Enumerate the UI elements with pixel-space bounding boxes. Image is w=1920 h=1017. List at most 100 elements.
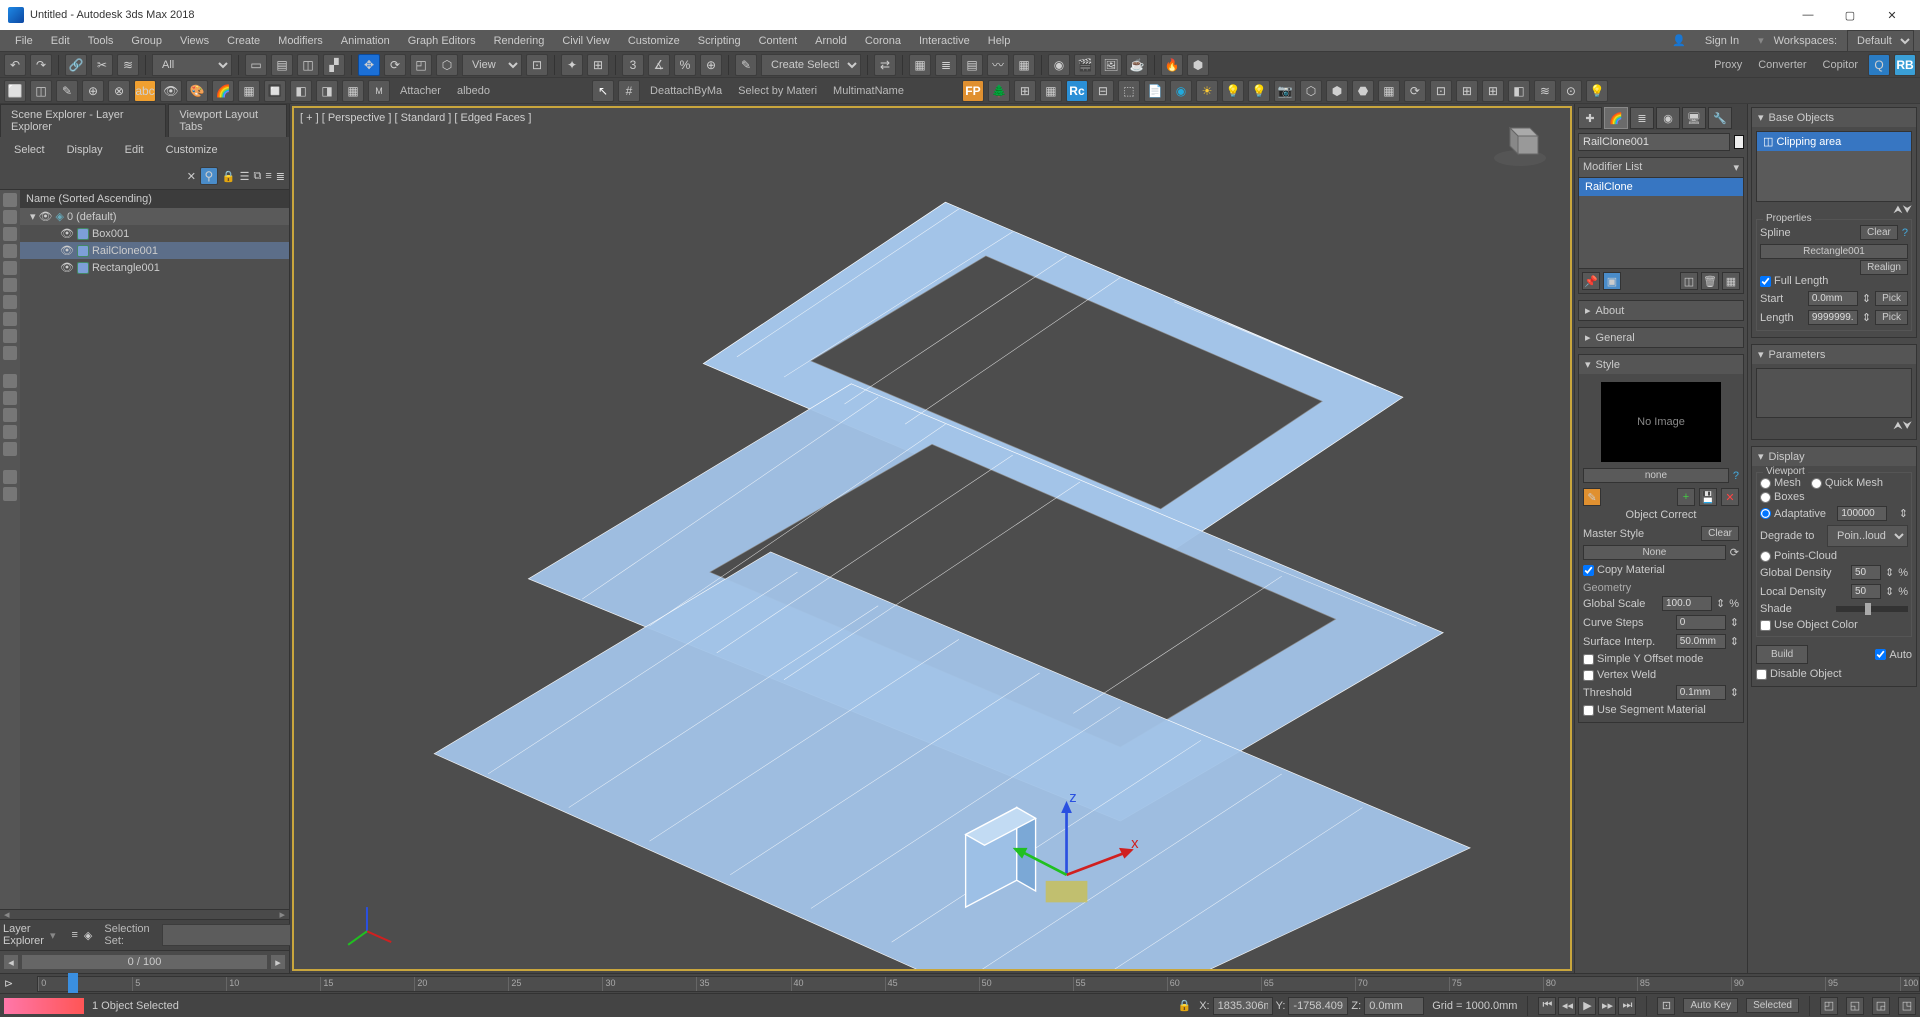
eye-icon[interactable]: 👁: [60, 227, 74, 240]
boxes-radio[interactable]: [1760, 492, 1771, 503]
length-input[interactable]: [1808, 310, 1858, 325]
clipping-area-item[interactable]: ◫ Clipping area: [1757, 132, 1911, 151]
modifier-railclone[interactable]: RailClone: [1579, 178, 1743, 196]
build-button[interactable]: Build: [1756, 645, 1808, 664]
selection-filter[interactable]: All: [152, 54, 232, 76]
pick-start-button[interactable]: Pick: [1875, 291, 1908, 306]
menu-graph-editors[interactable]: Graph Editors: [399, 32, 485, 50]
filter-v4-icon[interactable]: [3, 425, 17, 439]
layer-button[interactable]: ≣: [935, 54, 957, 76]
menu-animation[interactable]: Animation: [332, 32, 399, 50]
attacher-button[interactable]: Attacher: [394, 85, 447, 97]
style-none-button[interactable]: none: [1583, 468, 1729, 483]
help-icon[interactable]: ?: [1902, 227, 1908, 239]
filter-geometry-icon[interactable]: [3, 193, 17, 207]
start-input[interactable]: [1808, 291, 1858, 306]
layers-footer-icon[interactable]: ◈: [84, 929, 92, 942]
modify-tab[interactable]: 🌈: [1604, 107, 1628, 129]
util-l-button[interactable]: 💡: [1586, 80, 1608, 102]
menu-civil-view[interactable]: Civil View: [553, 32, 618, 50]
rectangle-select-button[interactable]: ◫: [297, 54, 319, 76]
util-f-button[interactable]: ⊡: [1430, 80, 1452, 102]
surface-interp-input[interactable]: [1676, 634, 1726, 649]
eye-icon[interactable]: 👁: [60, 261, 74, 274]
util-g-button[interactable]: ⊞: [1456, 80, 1478, 102]
pin-stack-icon[interactable]: 📌: [1582, 272, 1600, 290]
filter-icon[interactable]: ⚲: [200, 167, 218, 185]
utilities-tab[interactable]: 🔧: [1708, 107, 1732, 129]
reference-coord[interactable]: View: [462, 54, 522, 76]
util-3-button[interactable]: ⊟: [1092, 80, 1114, 102]
global-density-input[interactable]: [1851, 565, 1881, 580]
window-crossing-button[interactable]: ▞: [323, 54, 345, 76]
percent-snap-button[interactable]: %: [674, 54, 696, 76]
expl-customize[interactable]: Customize: [156, 141, 228, 159]
util-e-button[interactable]: ⟳: [1404, 80, 1426, 102]
selected-button[interactable]: Selected: [1746, 998, 1799, 1013]
align-button[interactable]: ▦: [909, 54, 931, 76]
util-k-button[interactable]: ⊙: [1560, 80, 1582, 102]
style-save-icon[interactable]: 💾: [1699, 488, 1717, 506]
nav-2-button[interactable]: ◱: [1846, 997, 1864, 1015]
angle-snap-button[interactable]: ∡: [648, 54, 670, 76]
reload-icon[interactable]: ⟳: [1730, 546, 1739, 559]
script-11-button[interactable]: 🔲: [264, 80, 286, 102]
frame-back-button[interactable]: ◂: [4, 955, 18, 969]
unlink-button[interactable]: ✂: [91, 54, 113, 76]
lock-selection-icon[interactable]: 🔒: [1178, 999, 1192, 1012]
filter-cameras-icon[interactable]: [3, 244, 17, 258]
nav-1-button[interactable]: ◰: [1820, 997, 1838, 1015]
adaptative-input[interactable]: [1837, 506, 1887, 521]
menu-help[interactable]: Help: [979, 32, 1020, 50]
menu-arnold[interactable]: Arnold: [806, 32, 856, 50]
named-selection[interactable]: Create Selection Se: [761, 54, 861, 76]
quickmesh-radio[interactable]: [1811, 478, 1822, 489]
points-cloud-radio[interactable]: [1760, 551, 1771, 562]
object-name-input[interactable]: [1578, 133, 1730, 151]
rollout-style[interactable]: ▾ Style: [1579, 355, 1743, 374]
undo-button[interactable]: ↶: [4, 54, 26, 76]
tree-railclone001[interactable]: 👁 RailClone001: [20, 242, 289, 259]
bind-button[interactable]: ≋: [117, 54, 139, 76]
clear-button[interactable]: Clear: [1701, 526, 1739, 541]
rollout-general[interactable]: ▸ General: [1579, 328, 1743, 347]
render-frame-button[interactable]: 🖼: [1100, 54, 1122, 76]
schematic-button[interactable]: ▦: [1013, 54, 1035, 76]
script-5-button[interactable]: ⊗: [108, 80, 130, 102]
script-2-button[interactable]: ◫: [30, 80, 52, 102]
script-1-button[interactable]: ⬜: [4, 80, 26, 102]
curve-editor-button[interactable]: 〰: [987, 54, 1009, 76]
autokey-button[interactable]: Auto Key: [1683, 998, 1738, 1013]
close-button[interactable]: ✕: [1872, 1, 1912, 29]
script-14-button[interactable]: ▦: [342, 80, 364, 102]
filter-v6-icon[interactable]: [3, 470, 17, 484]
z-input[interactable]: [1364, 997, 1424, 1015]
expl-display[interactable]: Display: [57, 141, 113, 159]
material-button[interactable]: ◉: [1048, 54, 1070, 76]
menu-create[interactable]: Create: [218, 32, 269, 50]
filter-shapes-icon[interactable]: [3, 210, 17, 224]
rc-button[interactable]: Rc: [1066, 80, 1088, 102]
master-none-button[interactable]: None: [1583, 545, 1726, 560]
display-tab[interactable]: 🖥: [1682, 107, 1706, 129]
menu-corona[interactable]: Corona: [856, 32, 910, 50]
goto-start-button[interactable]: ⏮: [1538, 997, 1556, 1015]
workspaces-select[interactable]: Default: [1847, 30, 1914, 52]
m-button[interactable]: M: [368, 80, 390, 102]
util-i-button[interactable]: ◧: [1508, 80, 1530, 102]
util-c-button[interactable]: ⬣: [1352, 80, 1374, 102]
menu-tools[interactable]: Tools: [79, 32, 123, 50]
mesh-radio[interactable]: [1760, 478, 1771, 489]
util-d-button[interactable]: ▦: [1378, 80, 1400, 102]
goto-end-button[interactable]: ⏭: [1618, 997, 1636, 1015]
rollout-parameters[interactable]: ▾ Parameters: [1752, 345, 1916, 364]
frame-display[interactable]: 0 / 100: [22, 955, 267, 969]
select-object-button[interactable]: ▭: [245, 54, 267, 76]
script-12-button[interactable]: ◧: [290, 80, 312, 102]
style-edit-icon[interactable]: ✎: [1583, 488, 1601, 506]
tree-root[interactable]: ▾ 👁 ◈ 0 (default): [20, 208, 289, 225]
lock-icon[interactable]: 🔒: [222, 170, 236, 183]
filter-v5-icon[interactable]: [3, 442, 17, 456]
tree-header[interactable]: Name (Sorted Ascending): [20, 190, 289, 208]
edit-named-button[interactable]: ✎: [735, 54, 757, 76]
